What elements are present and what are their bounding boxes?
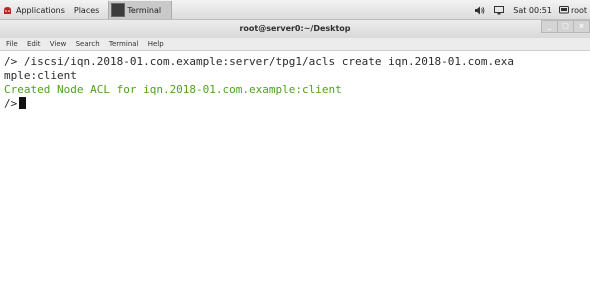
window-titlebar[interactable]: root@server0:~/Desktop _ □ ×	[0, 20, 590, 38]
user-menu[interactable]: root	[558, 5, 587, 15]
menu-help[interactable]: Help	[148, 40, 164, 48]
maximize-icon: □	[562, 22, 569, 30]
user-icon	[558, 5, 569, 15]
menu-search[interactable]: Search	[76, 40, 100, 48]
terminal-cursor	[19, 97, 27, 109]
terminal-prompt: />	[4, 97, 18, 110]
terminal-prompt-line: />	[4, 97, 590, 111]
menu-terminal[interactable]: Terminal	[109, 40, 139, 48]
volume-indicator[interactable]	[475, 6, 487, 15]
taskbar-terminal-label: Terminal	[127, 5, 162, 15]
terminal-command-line: /> /iscsi/iqn.2018-01.com.example:server…	[4, 55, 514, 68]
top-panel: Applications Places Terminal Sat 00:51 r…	[0, 0, 590, 20]
window-title: root@server0:~/Desktop	[239, 24, 351, 33]
fedora-foot-icon	[3, 6, 12, 15]
maximize-button[interactable]: □	[557, 20, 574, 33]
menu-view[interactable]: View	[50, 40, 67, 48]
clock-label: Sat 00:51	[513, 5, 552, 15]
minimize-icon: _	[547, 22, 552, 30]
places-menu[interactable]: Places	[74, 6, 99, 15]
volume-icon	[475, 6, 485, 15]
terminal-area[interactable]: /> /iscsi/iqn.2018-01.com.example:server…	[0, 52, 590, 295]
network-icon	[494, 5, 505, 15]
applications-menu[interactable]: Applications	[3, 6, 65, 15]
applications-label: Applications	[16, 5, 65, 15]
menubar: File Edit View Search Terminal Help	[0, 38, 590, 51]
minimize-button[interactable]: _	[541, 20, 558, 33]
terminal-thumbnail-icon	[111, 3, 126, 17]
close-button[interactable]: ×	[573, 20, 590, 33]
network-indicator[interactable]	[494, 5, 506, 15]
places-label: Places	[73, 5, 100, 15]
clock[interactable]: Sat 00:51	[513, 6, 552, 15]
menu-edit[interactable]: Edit	[27, 40, 41, 48]
menu-file[interactable]: File	[6, 40, 18, 48]
close-icon: ×	[578, 22, 585, 30]
user-label: root	[570, 5, 587, 15]
taskbar-terminal[interactable]: Terminal	[108, 1, 173, 19]
window-controls: _ □ ×	[541, 20, 590, 34]
terminal-command-wrap: mple:client	[4, 69, 77, 82]
terminal-output-line: Created Node ACL for iqn.2018-01.com.exa…	[4, 83, 342, 96]
